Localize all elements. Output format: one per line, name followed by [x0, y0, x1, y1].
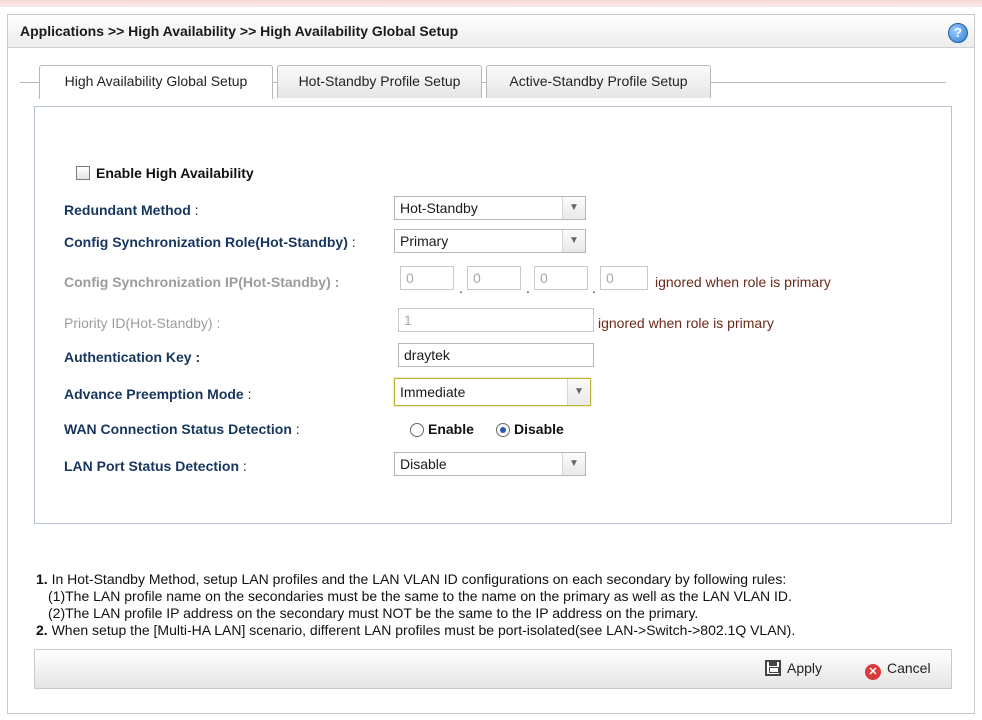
- note-2: 2. When setup the [Multi-HA LAN] scenari…: [36, 622, 795, 639]
- note-1-rule-2: (2)The LAN profile IP address on the sec…: [48, 605, 699, 621]
- footer-bar: Apply ✕ Cancel: [34, 649, 952, 689]
- colon: :: [194, 202, 199, 218]
- colon: :: [242, 458, 247, 474]
- note-text: When setup the [Multi-HA LAN] scenario, …: [47, 622, 796, 638]
- colon: :: [247, 386, 252, 402]
- wan-detect-label: WAN Connection Status Detection: [64, 421, 292, 437]
- help-icon[interactable]: ?: [948, 23, 968, 43]
- note-text: In Hot-Standby Method, setup LAN profile…: [47, 571, 787, 587]
- tab-ha-global-setup[interactable]: High Availability Global Setup: [39, 65, 273, 99]
- enable-ha-label: Enable High Availability: [96, 165, 254, 181]
- sync-role-row: Config Synchronization Role(Hot-Standby)…: [64, 234, 356, 250]
- chevron-down-icon: ▼: [562, 230, 585, 252]
- lan-detect-label: LAN Port Status Detection: [64, 458, 240, 474]
- redundant-method-label: Redundant Method: [64, 202, 191, 218]
- preemption-label: Advance Preemption Mode: [64, 386, 244, 402]
- sync-role-value: Primary: [400, 233, 449, 249]
- notes-section: 1. In Hot-Standby Method, setup LAN prof…: [36, 571, 795, 639]
- sync-ip-octet-4[interactable]: 0: [600, 266, 648, 290]
- note-1-rule-1: (1)The LAN profile name on the secondari…: [48, 588, 792, 604]
- note-number: 2.: [36, 622, 48, 638]
- note-number: 1.: [36, 571, 48, 587]
- preemption-select[interactable]: Immediate ▼: [394, 378, 591, 406]
- wan-detect-disable-label: Disable: [514, 421, 564, 437]
- breadcrumb: Applications >> High Availability >> Hig…: [20, 23, 459, 39]
- cancel-icon: ✕: [865, 664, 881, 680]
- chevron-down-icon: ▼: [562, 453, 585, 475]
- note-1: 1. In Hot-Standby Method, setup LAN prof…: [36, 571, 795, 588]
- sync-ip-octet-3[interactable]: 0: [534, 266, 588, 290]
- enable-ha-checkbox[interactable]: [76, 166, 90, 180]
- wan-detect-row: WAN Connection Status Detection :: [64, 421, 300, 437]
- wan-detect-enable-radio[interactable]: [410, 423, 424, 437]
- lan-detect-select[interactable]: Disable ▼: [394, 452, 586, 476]
- lan-detect-value: Disable: [400, 456, 447, 472]
- sync-role-select[interactable]: Primary ▼: [394, 229, 586, 253]
- priority-id-input[interactable]: 1: [398, 308, 594, 332]
- preemption-value: Immediate: [400, 384, 466, 400]
- sync-role-label: Config Synchronization Role(Hot-Standby): [64, 234, 348, 250]
- top-accent-bar: [0, 0, 982, 7]
- chevron-down-icon: ▼: [562, 197, 585, 219]
- preemption-row: Advance Preemption Mode :: [64, 386, 251, 402]
- colon: :: [295, 421, 300, 437]
- ip-dot: .: [592, 280, 596, 296]
- priority-id-label: Priority ID(Hot-Standby) :: [64, 315, 221, 331]
- wan-detect-disable-radio[interactable]: [496, 423, 510, 437]
- auth-key-label: Authentication Key :: [64, 349, 201, 365]
- sync-ip-label: Config Synchronization IP(Hot-Standby) :: [64, 274, 340, 290]
- ip-dot: .: [526, 280, 530, 296]
- wan-detect-enable-label: Enable: [428, 421, 474, 437]
- lan-detect-row: LAN Port Status Detection :: [64, 458, 247, 474]
- redundant-method-row: Redundant Method :: [64, 202, 199, 218]
- cancel-button[interactable]: ✕ Cancel: [865, 660, 931, 680]
- tab-hot-standby-profile[interactable]: Hot-Standby Profile Setup: [277, 65, 482, 98]
- ip-dot: .: [459, 280, 463, 296]
- sync-ip-octet-1[interactable]: 0: [400, 266, 454, 290]
- apply-button[interactable]: Apply: [765, 660, 822, 676]
- redundant-method-select[interactable]: Hot-Standby ▼: [394, 196, 586, 220]
- redundant-method-value: Hot-Standby: [400, 200, 478, 216]
- sync-ip-note: ignored when role is primary: [655, 274, 831, 290]
- sync-ip-octet-2[interactable]: 0: [467, 266, 521, 290]
- cancel-label: Cancel: [887, 660, 931, 676]
- chevron-down-icon: ▼: [567, 379, 590, 405]
- colon: :: [351, 234, 356, 250]
- apply-label: Apply: [787, 660, 823, 676]
- save-icon: [765, 660, 781, 676]
- auth-key-input[interactable]: draytek: [398, 343, 594, 367]
- priority-id-note: ignored when role is primary: [598, 315, 774, 331]
- tab-active-standby-profile[interactable]: Active-Standby Profile Setup: [486, 65, 711, 98]
- title-bar: Applications >> High Availability >> Hig…: [8, 15, 974, 48]
